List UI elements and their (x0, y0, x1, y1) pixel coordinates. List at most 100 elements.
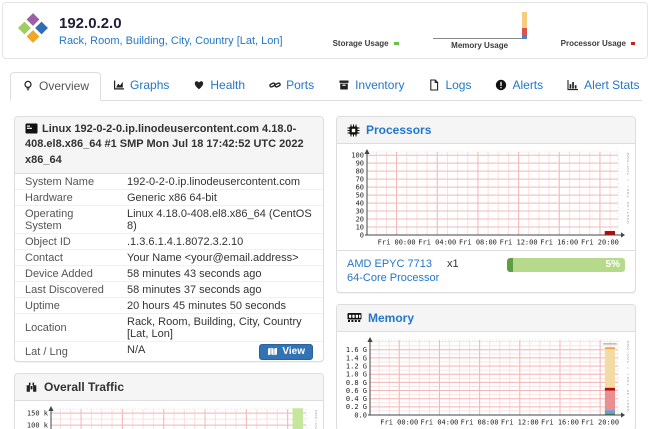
row-label: Lat / Lng (15, 342, 117, 362)
processor-usage-graph[interactable]: Processor Usage (561, 39, 635, 50)
microchip-icon (347, 124, 360, 137)
tab-label: Alert Stats (584, 78, 639, 92)
heartbeat-icon (193, 79, 205, 91)
row-label: System Name (15, 174, 117, 190)
svg-text:1.0 G: 1.0 G (346, 370, 367, 378)
svg-text:Fri 04:00: Fri 04:00 (418, 239, 456, 247)
row-label: Contact (15, 250, 117, 266)
memory-usage-graph[interactable]: Memory Usage (433, 11, 527, 50)
row-label: Location (15, 314, 117, 342)
processor-usage-spark (631, 42, 635, 45)
tab-inventory[interactable]: Inventory (326, 71, 416, 100)
memory-title: Memory (368, 311, 414, 325)
svg-text:1.6 G: 1.6 G (346, 346, 367, 354)
tab-alerts[interactable]: Alerts (483, 71, 555, 100)
memory-header: Memory (337, 305, 635, 332)
tab-alert-stats[interactable]: Alert Stats (555, 71, 650, 100)
map-icon (267, 347, 278, 356)
processors-header: Processors (337, 117, 635, 144)
svg-text:Fri 16:00: Fri 16:00 (541, 418, 579, 426)
row-label: Operating System (15, 206, 117, 234)
chart-area-icon (113, 79, 125, 91)
row-value: 58 minutes 37 seconds ago (117, 282, 323, 298)
svg-text:Fri 08:00: Fri 08:00 (459, 239, 497, 247)
processor-usage-label: Processor Usage (561, 39, 626, 48)
processors-title: Processors (366, 123, 431, 137)
svg-text:20: 20 (356, 215, 364, 223)
svg-text:Fri 12:00: Fri 12:00 (500, 239, 538, 247)
row-value: .1.3.6.1.4.1.8072.3.2.10 (117, 234, 323, 250)
overall-traffic-title: Overall Traffic (44, 380, 124, 394)
table-row: HardwareGeneric x86 64-bit (15, 190, 323, 206)
alert-circle-icon (495, 79, 507, 91)
svg-text:Fri 00:00: Fri 00:00 (380, 418, 418, 426)
svg-text:Fri 16:00: Fri 16:00 (540, 239, 578, 247)
svg-text:Fri 08:00: Fri 08:00 (461, 418, 499, 426)
tab-label: Overview (39, 79, 89, 93)
storage-usage-label: Storage Usage (333, 39, 389, 48)
overall-traffic-panel: Overall Traffic 050 k100 k150 kRRDTOOL /… (14, 373, 324, 429)
processors-graph[interactable]: 0102030405060708090100Fri 00:00Fri 04:00… (337, 144, 635, 250)
table-row: LocationRack, Room, Building, City, Coun… (15, 314, 323, 342)
row-value: 192-0-2-0.ip.linodeusercontent.com (117, 174, 323, 190)
row-value: Generic x86 64-bit (117, 190, 323, 206)
view-map-button[interactable]: View (259, 344, 313, 360)
storage-usage-spark (394, 42, 399, 45)
device-location-link[interactable]: Rack, Room, Building, City, Country [Lat… (59, 35, 283, 47)
cpu-usage-value: 5% (606, 258, 620, 272)
row-value: Linux 4.18.0-408.el8.x86_64 (CentOS 8) (117, 206, 323, 234)
svg-text:80: 80 (356, 168, 364, 176)
device-name: 192.0.2.0 (59, 15, 283, 33)
row-value: 58 minutes 43 seconds ago (117, 266, 323, 282)
system-info-table: System Name192-0-2-0.ip.linodeuserconten… (15, 174, 323, 361)
row-label: Device Added (15, 266, 117, 282)
tab-label: Alerts (512, 78, 543, 92)
svg-text:0: 0 (360, 231, 364, 239)
memory-panel: Memory 0.00.2 G0.4 G0.6 G0.8 G1.0 G1.2 G… (336, 304, 636, 429)
row-value: ViewN/A (117, 342, 323, 362)
svg-text:30: 30 (356, 207, 364, 215)
memory-usage-spark (433, 11, 527, 39)
svg-text:0.0: 0.0 (354, 411, 367, 419)
table-row: System Name192-0-2-0.ip.linodeuserconten… (15, 174, 323, 190)
tab-graphs[interactable]: Graphs (101, 71, 181, 100)
svg-text:Fri 04:00: Fri 04:00 (420, 418, 458, 426)
cpu-usage-fill (507, 258, 513, 272)
tab-overview[interactable]: Overview (10, 72, 101, 101)
cpu-usage-bar: 5% (507, 258, 625, 272)
tab-ports[interactable]: Ports (257, 71, 326, 100)
storage-usage-graph[interactable]: Storage Usage (333, 39, 399, 50)
tab-list: Overview Graphs Health Ports Inventory Logs Al… (10, 71, 650, 100)
link-icon (269, 79, 281, 91)
table-row: Object ID.1.3.6.1.4.1.8072.3.2.10 (15, 234, 323, 250)
centos-logo-icon (17, 12, 49, 49)
svg-text:0.6 G: 0.6 G (346, 387, 367, 395)
svg-text:0.2 G: 0.2 G (346, 403, 367, 411)
memory-graph[interactable]: 0.00.2 G0.4 G0.6 G0.8 G1.0 G1.2 G1.4 G1.… (337, 332, 635, 429)
cpu-count: x1 (447, 258, 459, 270)
svg-text:0.8 G: 0.8 G (346, 378, 367, 386)
row-value: Your Name <your@email.address> (117, 250, 323, 266)
cpu-name-link[interactable]: AMD EPYC 771364-Core Processor (347, 257, 443, 286)
table-row: Device Added58 minutes 43 seconds ago (15, 266, 323, 282)
svg-text:1.4 G: 1.4 G (346, 354, 367, 362)
row-label: Last Discovered (15, 282, 117, 298)
svg-text:10: 10 (356, 223, 364, 231)
tab-logs[interactable]: Logs (416, 71, 483, 100)
device-header: 192.0.2.0 Rack, Room, Building, City, Co… (2, 2, 648, 59)
file-icon (428, 79, 440, 91)
svg-text:Fri 20:00: Fri 20:00 (581, 418, 619, 426)
lightbulb-icon (22, 80, 34, 92)
tab-label: Health (210, 78, 245, 92)
svg-text:100: 100 (351, 152, 364, 160)
table-row-latlng: Lat / Lng ViewN/A (15, 342, 323, 362)
server-icon (25, 123, 38, 134)
svg-text:Fri 00:00: Fri 00:00 (378, 239, 416, 247)
tab-label: Inventory (355, 78, 404, 92)
svg-text:Fri 12:00: Fri 12:00 (501, 418, 539, 426)
overall-traffic-graph[interactable]: 050 k100 k150 kRRDTOOL / TOBI OETIKER (15, 401, 323, 429)
box-icon (338, 79, 350, 91)
svg-text:Fri 20:00: Fri 20:00 (581, 239, 619, 247)
tab-health[interactable]: Health (181, 71, 257, 100)
svg-text:0.4 G: 0.4 G (346, 395, 367, 403)
